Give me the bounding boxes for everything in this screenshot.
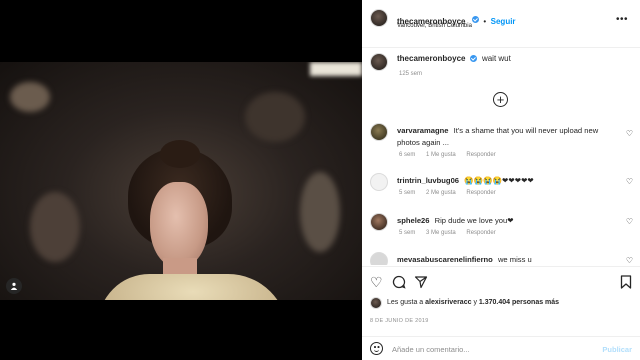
background-light	[310, 62, 362, 76]
like-comment-heart-icon[interactable]: ♡	[626, 129, 633, 138]
liker-avatar[interactable]	[370, 297, 382, 309]
likes-connector: y	[473, 299, 477, 306]
comment-likes[interactable]: 1 Me gusta	[426, 152, 456, 158]
comment-meta: 5 sem 3 Me gusta Responder	[399, 230, 505, 236]
comment-username[interactable]: trintrin_luvbug06	[397, 176, 459, 185]
like-comment-heart-icon[interactable]: ♡	[626, 217, 633, 226]
post-photo[interactable]	[0, 62, 362, 300]
comment-item: varvaramagne It's a shame that you will …	[362, 123, 640, 169]
reply-button[interactable]: Responder	[466, 230, 495, 236]
comment-input[interactable]	[392, 342, 592, 356]
comment-username[interactable]: varvaramagne	[397, 126, 449, 135]
avatar[interactable]	[370, 9, 388, 27]
verified-badge-icon	[471, 16, 479, 24]
instagram-post-modal: thecameronboyce • Seguir Vancouver, Brit…	[0, 0, 640, 360]
comment-time[interactable]: 5 sem	[399, 230, 415, 236]
emoji-smile-icon[interactable]	[370, 342, 383, 355]
caption-timestamp[interactable]: 125 sem	[399, 71, 422, 77]
person-icon	[10, 282, 18, 290]
more-horizontal-icon[interactable]: •••	[616, 14, 628, 25]
bokeh-light	[245, 92, 305, 142]
person-hair-bun	[160, 140, 200, 168]
action-bar: ♡	[362, 266, 640, 298]
comment-avatar[interactable]	[370, 173, 388, 191]
caption-body: wait wut	[481, 54, 511, 63]
comment-body: we miss u	[497, 255, 532, 264]
post-side-panel: thecameronboyce • Seguir Vancouver, Brit…	[362, 0, 640, 360]
person-shirt	[98, 274, 288, 300]
reply-button[interactable]: Responder	[466, 190, 495, 196]
separator-dot: •	[483, 17, 487, 26]
comment-item: sphele26 Rip dude we love you❤ 5 sem 3 M…	[362, 213, 640, 243]
likes-text: Les gusta a alexisriveracc y 1.370.404 p…	[387, 299, 559, 306]
verified-badge-icon	[469, 55, 477, 63]
like-heart-icon[interactable]: ♡	[370, 275, 383, 289]
comment-meta: 6 sem 1 Me gusta Responder	[399, 152, 505, 158]
comment-time[interactable]: 5 sem	[399, 190, 415, 196]
photo-pane	[0, 0, 362, 360]
comment-text: sphele26 Rip dude we love you❤	[397, 215, 615, 227]
comment-text: trintrin_luvbug06 😭😭😭😭❤❤❤❤❤	[397, 175, 615, 187]
post-header: thecameronboyce • Seguir Vancouver, Brit…	[362, 0, 640, 48]
plus-circle-icon: +	[496, 92, 505, 107]
bookmark-icon[interactable]	[620, 275, 632, 291]
bokeh-light	[30, 192, 80, 262]
comment-bubble-icon[interactable]	[392, 275, 406, 291]
caption-username[interactable]: thecameronboyce	[397, 54, 465, 63]
like-comment-heart-icon[interactable]: ♡	[626, 177, 633, 186]
share-send-icon[interactable]	[414, 275, 428, 291]
comment-avatar[interactable]	[370, 213, 388, 231]
caption-text: thecameronboyce wait wut	[397, 54, 511, 63]
comment-username[interactable]: mevasabuscarenelinfierno	[397, 255, 493, 264]
comment-meta: 5 sem 2 Me gusta Responder	[399, 190, 505, 196]
comment-body: 😭😭😭😭❤❤❤❤❤	[464, 176, 534, 185]
likes-prefix: Les gusta a	[387, 299, 424, 306]
comment-avatar[interactable]	[370, 252, 388, 265]
comment-text: varvaramagne It's a shame that you will …	[397, 125, 615, 149]
comment-item: trintrin_luvbug06 😭😭😭😭❤❤❤❤❤ 5 sem 2 Me g…	[362, 173, 640, 203]
post-location[interactable]: Vancouver, British Columbia	[397, 23, 472, 29]
comment-avatar[interactable]	[370, 123, 388, 141]
likes-count[interactable]: 1.370.404 personas más	[479, 299, 559, 306]
comment-username[interactable]: sphele26	[397, 216, 430, 225]
comment-likes[interactable]: 3 Me gusta	[426, 230, 456, 236]
load-more-comments-button[interactable]: +	[493, 92, 508, 107]
comment-likes[interactable]: 2 Me gusta	[426, 190, 456, 196]
reply-button[interactable]: Responder	[466, 152, 495, 158]
liker-username[interactable]: alexisriveracc	[425, 299, 471, 306]
post-date[interactable]: 8 DE JUNIO DE 2019	[370, 318, 429, 324]
likes-summary: Les gusta a alexisriveracc y 1.370.404 p…	[362, 296, 640, 312]
user-tag-button[interactable]	[6, 278, 22, 294]
comments-list[interactable]: varvaramagne It's a shame that you will …	[362, 115, 640, 265]
bokeh-light	[10, 82, 50, 112]
comment-body: Rip dude we love you❤	[434, 216, 514, 225]
publish-button[interactable]: Publicar	[602, 345, 632, 354]
comment-time[interactable]: 6 sem	[399, 152, 415, 158]
comment-text: mevasabuscarenelinfierno we miss u	[397, 254, 615, 265]
follow-button[interactable]: Seguir	[491, 17, 516, 26]
person-face	[150, 182, 208, 268]
like-comment-heart-icon[interactable]: ♡	[626, 256, 633, 265]
caption-avatar[interactable]	[370, 53, 388, 71]
comment-item: mevasabuscarenelinfierno we miss u ♡	[362, 252, 640, 265]
bokeh-light	[300, 172, 340, 252]
add-comment-bar: Publicar	[362, 336, 640, 360]
